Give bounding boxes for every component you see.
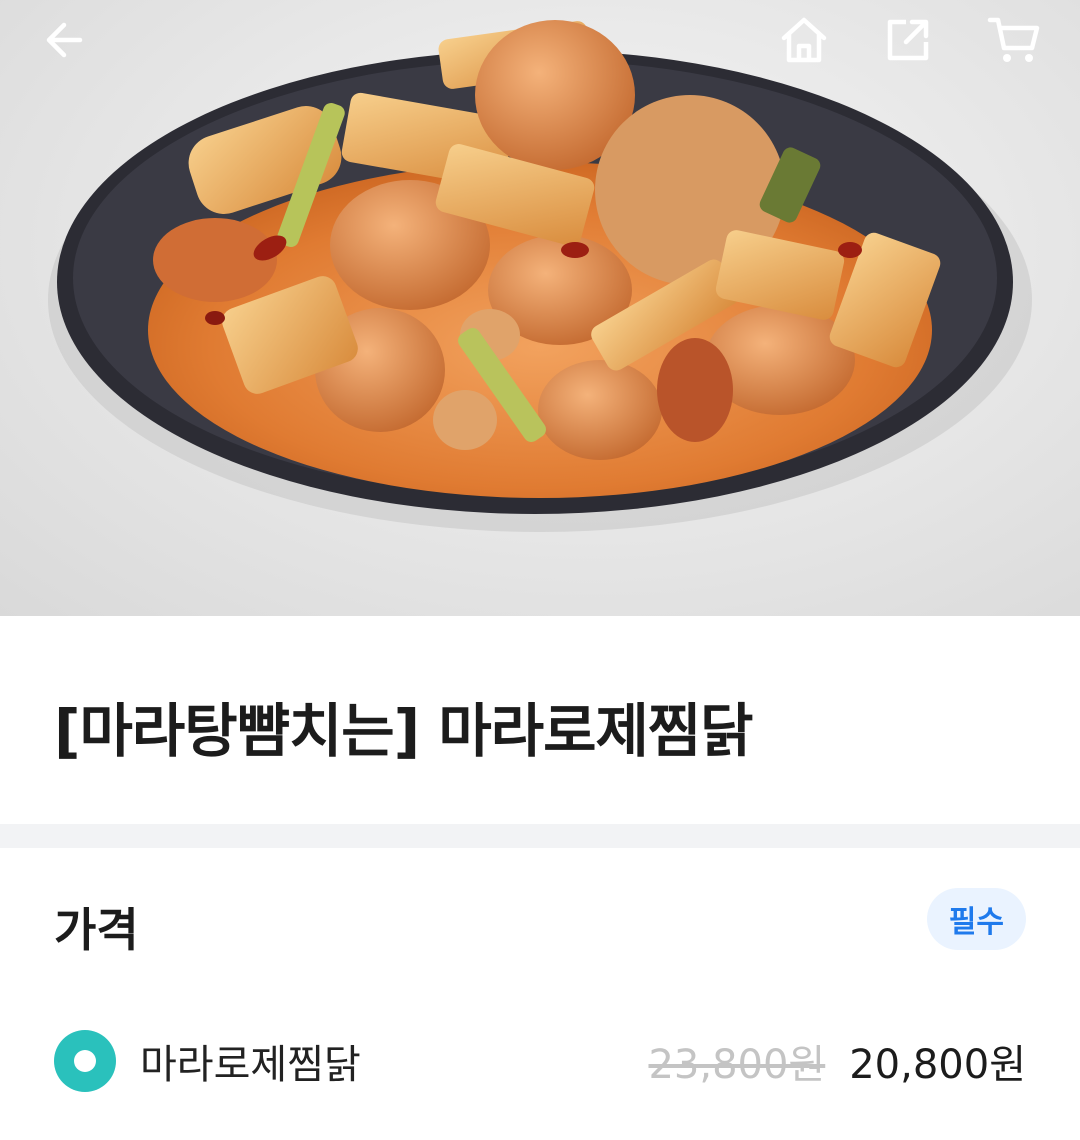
- arrow-left-icon: [46, 22, 83, 58]
- radio-selected-icon[interactable]: [54, 1030, 116, 1092]
- share-button[interactable]: [876, 8, 940, 72]
- home-icon: [781, 17, 827, 63]
- price-section-title: 가격: [54, 903, 139, 957]
- cart-icon: [987, 17, 1040, 62]
- share-icon: [887, 19, 929, 61]
- section-divider: [0, 824, 1080, 848]
- product-title: [마라탕뺨치는] 마라로제찜닭: [54, 697, 754, 765]
- food-photo: [48, 20, 1032, 532]
- home-button[interactable]: [772, 8, 836, 72]
- product-hero-image: [0, 0, 1080, 616]
- price-option-row[interactable]: 마라로제찜닭 23,800원 20,800원: [54, 1028, 1026, 1094]
- original-price: 23,800원: [648, 1042, 826, 1088]
- required-badge: 필수: [926, 888, 1026, 950]
- price-section: 가격 필수 마라로제찜닭 23,800원 20,800원: [0, 848, 1080, 1140]
- product-title-section: [마라탕뺨치는] 마라로제찜닭: [0, 616, 1080, 824]
- radio-dot: [74, 1050, 96, 1072]
- sale-price: 20,800원: [849, 1042, 1026, 1088]
- option-name: 마라로제찜닭: [140, 1042, 361, 1088]
- back-button[interactable]: [32, 8, 96, 72]
- cart-button[interactable]: [982, 8, 1046, 72]
